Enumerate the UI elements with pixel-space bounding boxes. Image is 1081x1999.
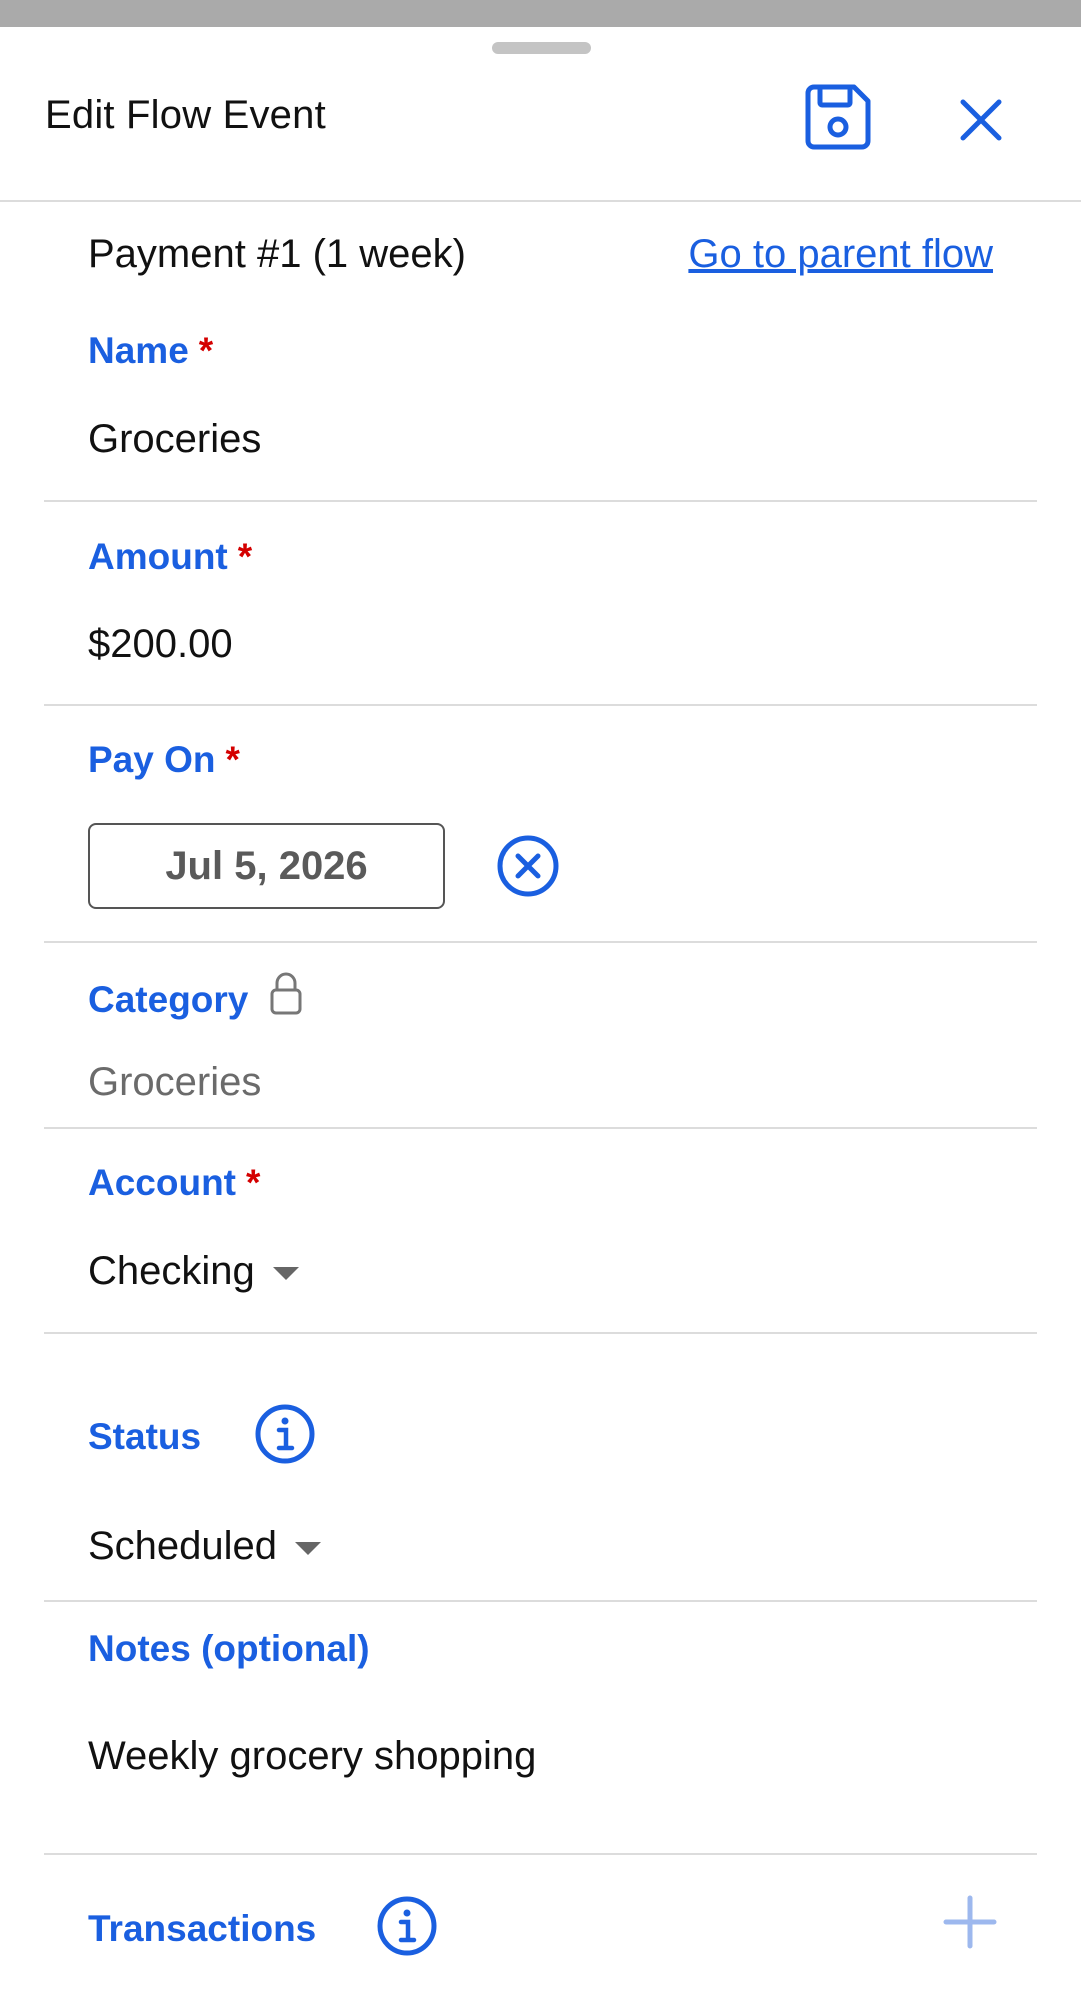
save-button[interactable] [800, 79, 876, 155]
status-bar-strip [0, 0, 1081, 27]
required-mark: * [198, 330, 214, 371]
sheet-header: Edit Flow Event [0, 27, 1081, 202]
pay-on-date-picker[interactable]: Jul 5, 2026 [88, 823, 445, 909]
name-label-text: Name [88, 330, 189, 371]
clear-circle-icon [497, 835, 559, 897]
notes-field: Notes (optional) Weekly grocery shopping [44, 1602, 1037, 1855]
name-input[interactable]: Groceries [88, 417, 261, 462]
status-info-button[interactable] [254, 1403, 316, 1465]
lock-icon [270, 972, 302, 1025]
amount-input[interactable]: $200.00 [88, 622, 233, 667]
notes-label: Notes (optional) [88, 1628, 370, 1669]
account-field: Account * Checking [44, 1129, 1037, 1334]
account-label-text: Account [88, 1162, 236, 1203]
account-selected-value: Checking [88, 1249, 255, 1293]
status-selected-value: Scheduled [88, 1524, 278, 1568]
page-title: Edit Flow Event [45, 93, 326, 137]
clear-date-button[interactable] [495, 833, 561, 899]
status-label: Status [88, 1416, 202, 1457]
required-mark: * [246, 1162, 261, 1203]
pay-on-label-text: Pay On [88, 739, 216, 780]
status-field: Status Scheduled [44, 1334, 1037, 1602]
info-icon [255, 1404, 315, 1464]
account-label: Account * [88, 1162, 260, 1204]
edit-sheet: Edit Flow Event Payment #1 (1 week) Go t… [0, 27, 1081, 1999]
account-dropdown[interactable]: Checking [88, 1249, 299, 1294]
info-icon [377, 1896, 437, 1956]
dropdown-caret-icon [295, 1542, 322, 1555]
status-dropdown[interactable]: Scheduled [88, 1524, 322, 1569]
subheader-row: Payment #1 (1 week) Go to parent flow [88, 232, 993, 292]
amount-label-text: Amount [88, 536, 228, 577]
transactions-section: Transactions [44, 1855, 1037, 1999]
payment-label: Payment #1 (1 week) [88, 232, 466, 276]
category-field: Category Groceries [44, 943, 1037, 1129]
name-field: Name * Groceries [44, 320, 1037, 502]
amount-label: Amount * [88, 536, 252, 578]
required-mark: * [225, 739, 240, 780]
notes-input[interactable]: Weekly grocery shopping [88, 1734, 536, 1779]
plus-icon [943, 1895, 997, 1949]
add-transaction-button[interactable] [939, 1891, 1001, 1953]
pay-on-field: Pay On * Jul 5, 2026 [44, 706, 1037, 943]
required-mark: * [237, 536, 253, 577]
transactions-label: Transactions [88, 1908, 317, 1949]
close-icon [960, 99, 1002, 141]
go-to-parent-flow-link[interactable]: Go to parent flow [688, 232, 993, 277]
transactions-info-button[interactable] [376, 1895, 438, 1957]
amount-field: Amount * $200.00 [44, 502, 1037, 706]
category-value: Groceries [88, 1060, 262, 1104]
dropdown-caret-icon [272, 1267, 299, 1280]
close-button[interactable] [950, 89, 1012, 151]
category-label-text: Category [88, 979, 249, 1020]
name-label: Name * [88, 330, 213, 372]
pay-on-label: Pay On * [88, 739, 240, 781]
category-label: Category [88, 972, 302, 1025]
save-icon [805, 84, 871, 150]
